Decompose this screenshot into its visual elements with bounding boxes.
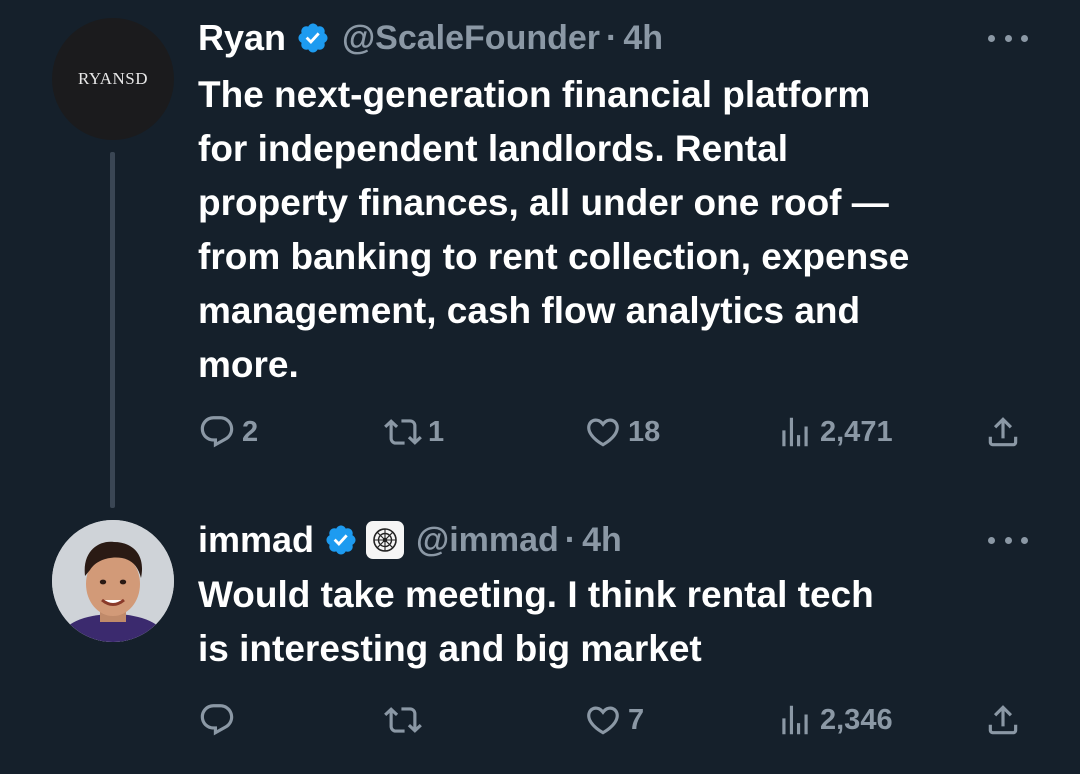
more-horizontal-icon[interactable]	[988, 534, 1028, 546]
view-count: 2,346	[820, 703, 893, 736]
verified-badge-icon	[326, 525, 356, 555]
reply-count: 2	[242, 415, 259, 448]
share-icon	[988, 705, 1018, 735]
timestamp[interactable]: 4h	[623, 19, 663, 58]
share-button[interactable]	[984, 695, 1022, 745]
share-button[interactable]	[984, 407, 1022, 457]
retweet-icon	[384, 419, 422, 445]
views-button[interactable]: 2,471	[776, 407, 893, 457]
separator-dot: ·	[606, 18, 618, 57]
reply-icon	[200, 416, 234, 448]
avatar-logo-text: RYANSD	[77, 69, 149, 88]
reply-button[interactable]	[198, 695, 242, 745]
heart-icon	[587, 706, 619, 735]
retweet-icon	[384, 707, 422, 733]
verified-badge-icon	[298, 23, 328, 53]
avatar-ryan[interactable]: RYANSD	[52, 18, 174, 140]
more-horizontal-icon[interactable]	[988, 32, 1028, 44]
timestamp[interactable]: 4h	[582, 521, 622, 560]
like-count: 7	[628, 703, 645, 736]
tweet-text: The next-generation financial platform f…	[198, 74, 910, 385]
avatar-immad[interactable]	[52, 520, 174, 642]
thread-connector-line	[110, 152, 115, 508]
retweet-count: 1	[428, 415, 445, 448]
reply-icon	[200, 704, 234, 736]
tweet-ryan[interactable]: RYANSD Ryan @ScaleFounder · 4h The next-…	[0, 0, 1080, 500]
views-button[interactable]: 2,346	[776, 695, 893, 745]
tweet-actions: 7 2,346	[198, 695, 1038, 745]
heart-icon	[587, 418, 619, 447]
retweet-button[interactable]	[384, 695, 428, 745]
view-count: 2,471	[820, 415, 893, 448]
profile-photo	[52, 520, 174, 642]
share-icon	[988, 417, 1018, 447]
tweet-actions: 2 1 18 2,471	[198, 407, 1038, 457]
like-button[interactable]: 7	[584, 695, 644, 745]
display-name[interactable]: Ryan	[198, 17, 286, 59]
user-handle[interactable]: @immad	[416, 521, 559, 560]
affiliation-badge-icon[interactable]	[366, 521, 405, 559]
display-name[interactable]: immad	[198, 519, 314, 561]
like-button[interactable]: 18	[584, 407, 660, 457]
tweet-header: immad @immad · 4h	[198, 518, 622, 562]
views-bar-chart-icon	[782, 417, 808, 447]
views-bar-chart-icon	[782, 705, 808, 735]
separator-dot: ·	[564, 520, 577, 559]
tweet-header: Ryan @ScaleFounder · 4h	[198, 16, 663, 60]
tweet-text: Would take meeting. I think rental tech …	[198, 574, 874, 669]
like-count: 18	[628, 415, 661, 448]
reply-button[interactable]: 2	[198, 407, 258, 457]
user-handle[interactable]: @ScaleFounder	[342, 19, 600, 58]
mercury-logo-icon	[373, 528, 397, 552]
retweet-button[interactable]: 1	[384, 407, 444, 457]
